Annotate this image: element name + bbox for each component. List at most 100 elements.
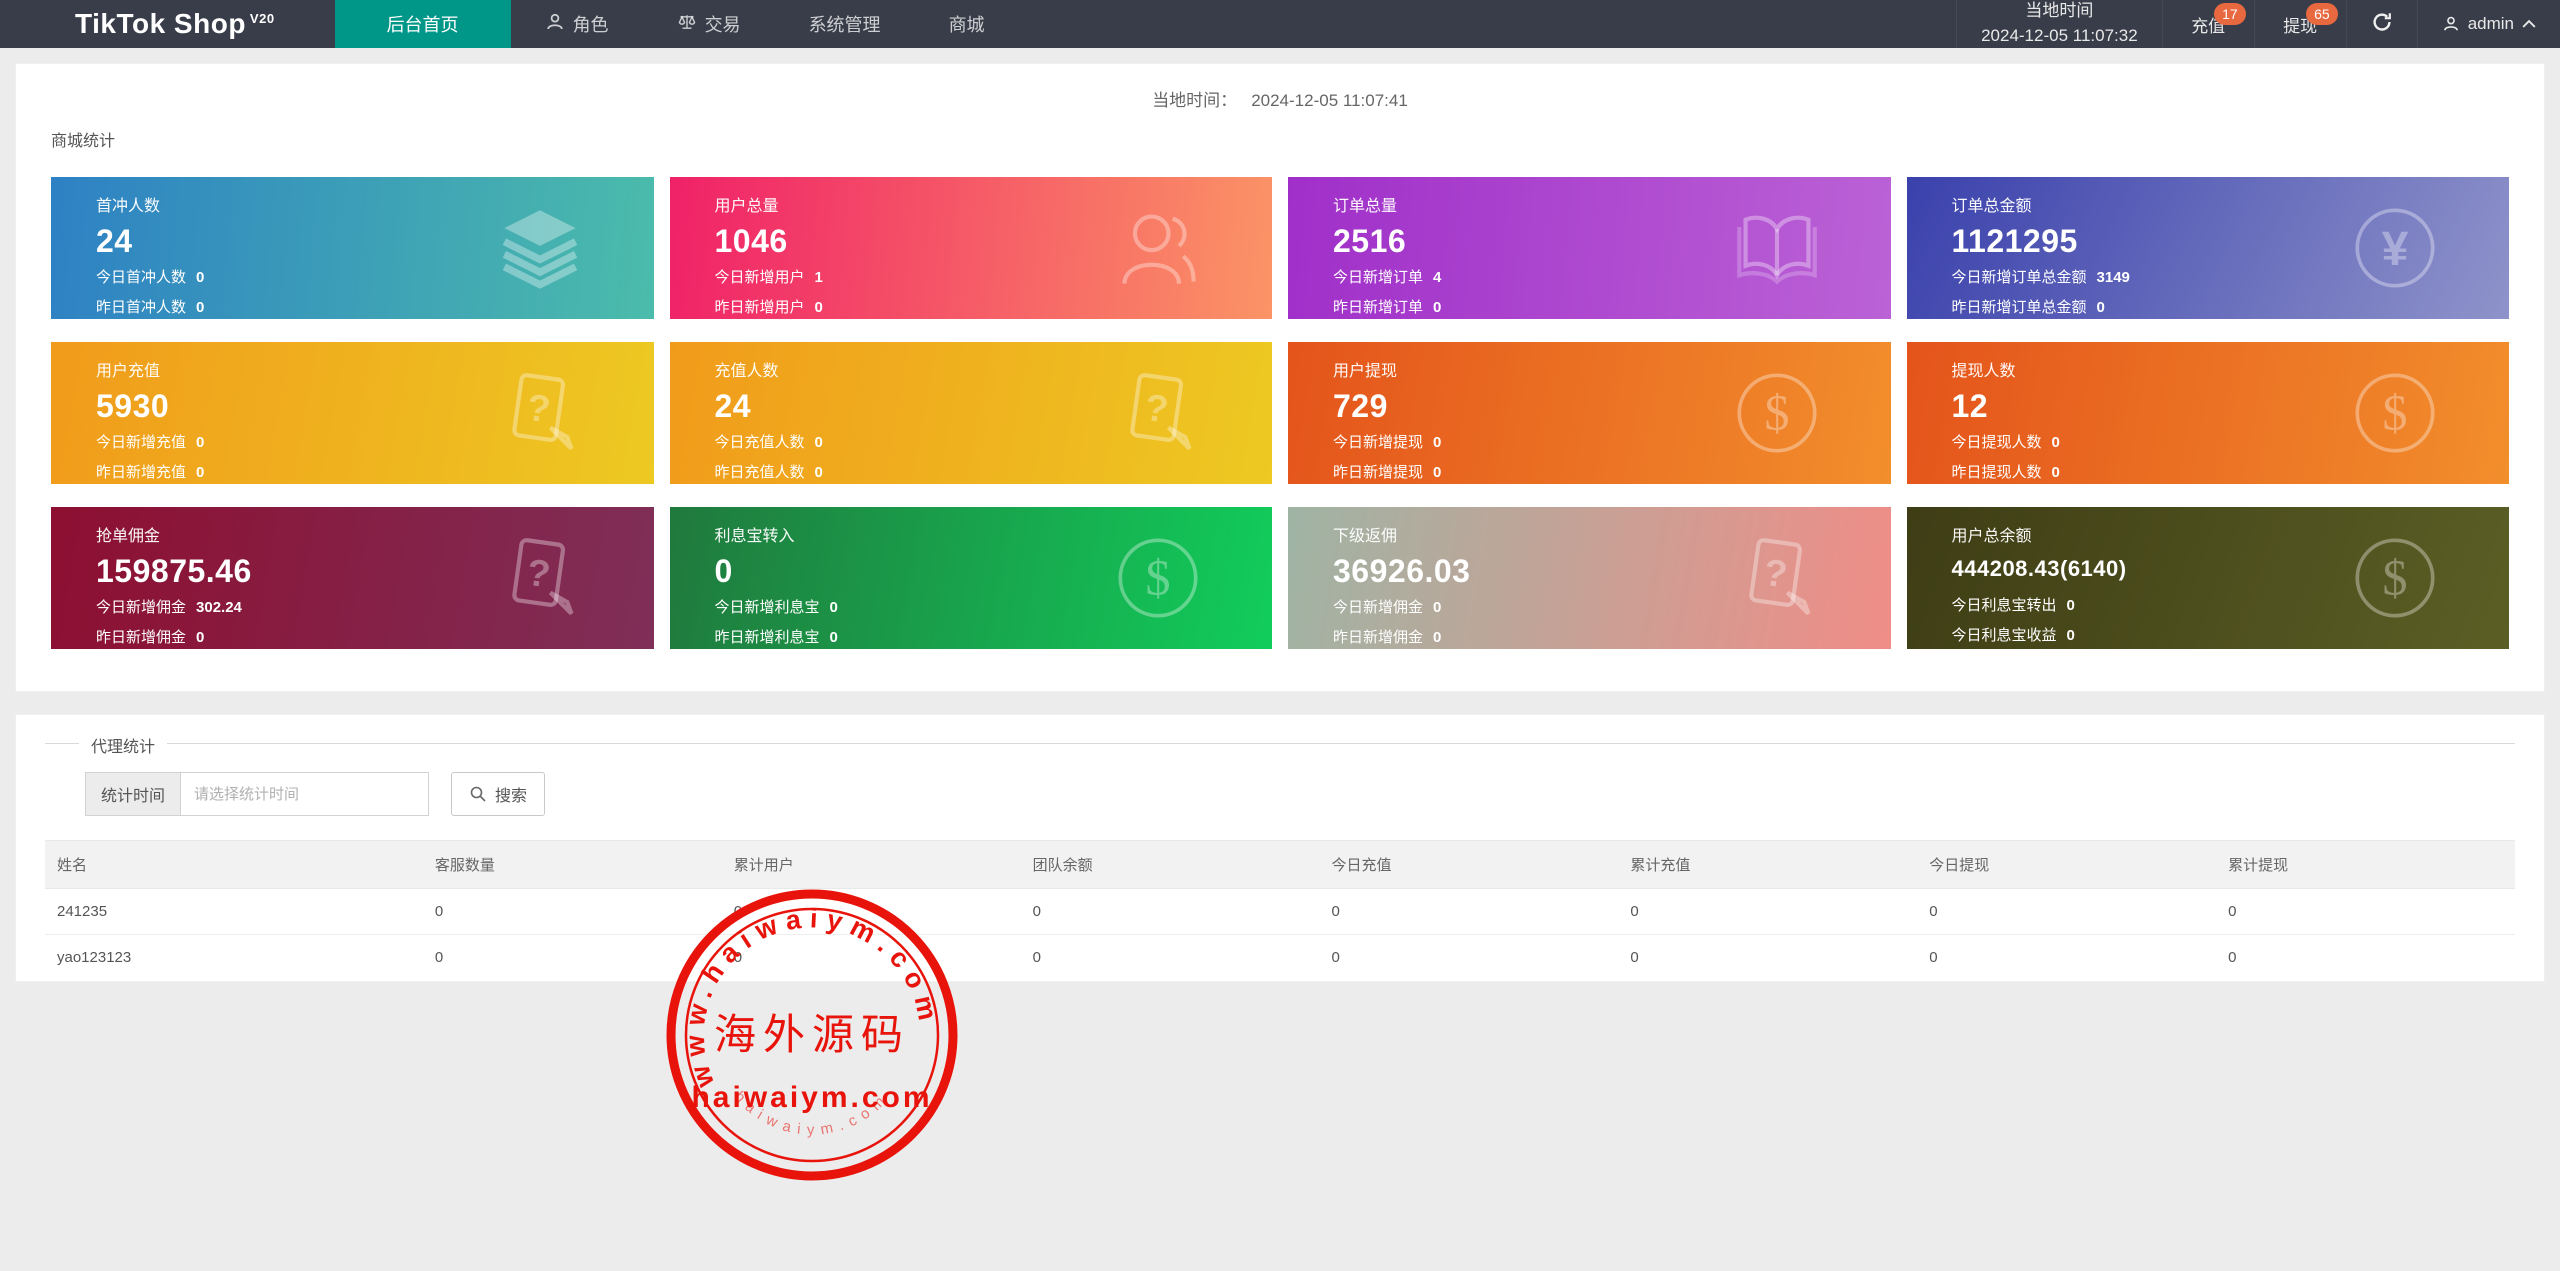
cell-value: 0 [1630,949,1639,966]
app-logo-text: TikTok Shop [75,8,246,39]
dollar-circle-icon: $ [1733,369,1821,457]
users-icon [1114,204,1202,292]
stat-time-label: 统计时间 [85,772,182,816]
withdraw-menu[interactable]: 提现 65 [2253,0,2346,48]
stat-card-line: 昨日充值人数 0 [714,464,823,481]
yen-circle-icon: ¥ [2351,204,2439,292]
page-content: 当地时间： 2024-12-05 11:07:41 商城统计 首冲人数 24 今日… [0,48,2560,997]
local-time-value: 2024-12-05 11:07:32 [1981,26,2138,45]
dollar-circle-icon: $ [2351,369,2439,457]
stat-time-input-group: 统计时间 [85,772,430,816]
book-icon [1733,204,1821,292]
col-header-total-recharge: 累计充值 [1618,840,1918,889]
stat-time-input[interactable] [181,772,430,816]
nav-item-home[interactable]: 后台首页 [334,0,511,48]
stat-card-withdraw-users: 提现人数 12 今日提现人数 0 昨日提现人数 0 $ [1906,342,2509,484]
stat-card-user-withdraw: 用户提现 729 今日新增提现 0 昨日新增提现 0 $ [1288,342,1891,484]
navbar-right: 当地时间 2024-12-05 11:07:32 充值 17 提现 65 adm… [1956,0,2560,48]
app-logo-version: V20 [249,10,275,26]
svg-text:$: $ [2382,385,2407,441]
main-menu: 后台首页 角色 交易 系统管理 商城 [334,0,1019,48]
stat-card-line: 昨日新增佣金 0 [1333,629,1442,646]
cell-value: 0 [422,888,722,935]
col-header-name: 姓名 [45,840,423,889]
cell-value: 0 [1917,888,2217,935]
main-local-time-value: 2024-12-05 11:07:41 [1251,91,1408,110]
stamp-domain-text: haiwaiym.com [691,1081,932,1114]
file-question-icon: ? [1114,369,1202,457]
svg-text:$: $ [2382,550,2407,606]
withdraw-badge: 65 [2306,3,2338,25]
nav-item-label: 后台首页 [386,15,459,35]
stat-card-downline-rebate: 下级返佣 36926.03 今日新增佣金 0 昨日新增佣金 0 ? [1288,507,1891,649]
nav-item-label: 商城 [948,15,985,35]
stat-card-first-recharge-users: 首冲人数 24 今日首冲人数 0 昨日首冲人数 0 [51,177,654,319]
user-menu[interactable]: admin [2416,0,2560,48]
col-header-team-balance: 团队余额 [1020,840,1320,889]
nav-item-label: 交易 [704,15,741,35]
scales-icon [677,12,697,37]
stat-card-user-recharge: 用户充值 5930 今日新增充值 0 昨日新增充值 0 ? [51,342,654,484]
cell-value: 0 [733,949,743,966]
stat-card-order-commission: 抢单佣金 159875.46 今日新增佣金 302.24 昨日新增佣金 0 ? [51,507,654,649]
nav-item-system[interactable]: 系统管理 [775,0,915,48]
app-logo: TikTok Shop V20 [0,0,335,48]
cell-value: 0 [2216,888,2515,935]
file-question-icon: ? [496,534,584,622]
stat-card-line: 昨日新增订单总金额 0 [1951,299,2105,316]
file-question-icon: ? [1733,534,1821,622]
stat-card-total-users: 用户总量 1046 今日新增用户 1 昨日新增用户 0 [669,177,1272,319]
user-icon [2443,16,2458,31]
svg-text:?: ? [524,551,553,596]
stat-card-line: 昨日新增利息宝 0 [714,629,838,646]
stat-card-line: 昨日新增充值 0 [96,464,205,481]
refresh-button[interactable] [2345,0,2417,48]
cell-value: 0 [2228,949,2237,966]
search-icon [470,786,486,802]
refresh-icon [2371,11,2393,38]
agent-fieldset: 代理统计 统计时间 搜索 姓名 客服数量 累计用户 团队余额 [45,733,2515,981]
search-button[interactable]: 搜索 [451,772,546,816]
col-header-service-count: 客服数量 [422,840,722,889]
dollar-circle-icon: $ [1114,534,1202,622]
nav-item-label: 系统管理 [808,15,881,35]
local-time-widget: 当地时间 2024-12-05 11:07:32 [1956,0,2162,48]
cell-value: 0 [1331,949,1340,966]
stat-card-line: 昨日提现人数 0 [1951,464,2060,481]
agent-section-title: 代理统计 [79,733,168,757]
cell-value: 0 [1020,888,1320,935]
top-navbar: TikTok Shop V20 后台首页 角色 交易 系统管理 商城 当地时间 … [0,0,2560,48]
dollar-circle-icon: $ [2351,534,2439,622]
agent-table-header-row: 姓名 客服数量 累计用户 团队余额 今日充值 累计充值 今日提现 累计提现 [45,840,2515,889]
main-local-time: 当地时间： 2024-12-05 11:07:41 [51,86,2509,111]
agent-stats-panel: 代理统计 统计时间 搜索 姓名 客服数量 累计用户 团队余额 [15,714,2545,982]
nav-item-roles[interactable]: 角色 [511,0,643,48]
nav-item-label: 角色 [572,15,609,35]
stat-card-line: 昨日新增提现 0 [1333,464,1442,481]
stat-card-user-total-balance: 用户总余额 444208.43(6140) 今日利息宝转出 0 今日利息宝收益 0 … [1906,507,2509,649]
local-time-label: 当地时间 [2025,1,2094,21]
svg-text:$: $ [1764,385,1789,441]
cell-value: 0 [1929,949,1938,966]
stat-card-total-orders: 订单总量 2516 今日新增订单 4 昨日新增订单 0 [1288,177,1891,319]
nav-item-trade[interactable]: 交易 [643,0,775,48]
cell-value: 0 [1319,888,1619,935]
nav-item-mall[interactable]: 商城 [915,0,1019,48]
col-header-today-withdraw: 今日提现 [1917,840,2217,889]
recharge-menu[interactable]: 充值 17 [2161,0,2254,48]
table-row: yao123123 0 0 0 0 0 0 0 [45,935,2515,981]
cell-value: 0 [434,949,444,966]
cell-value: 0 [1618,888,1918,935]
cell-value: 0 [1032,949,1041,966]
svg-text:?: ? [1142,386,1171,431]
svg-text:¥: ¥ [2382,222,2409,276]
stamp-center-text: 海外源码 [714,1010,910,1059]
search-button-label: 搜索 [495,788,528,805]
stat-card-line: 昨日新增佣金 0 [96,629,205,646]
stat-card-line: 昨日新增订单 0 [1333,299,1442,316]
stamp-bottom-text: haiwaiym.com [731,1088,894,1138]
col-header-today-recharge: 今日充值 [1319,840,1619,889]
main-local-time-label: 当地时间： [1152,91,1238,110]
stat-card-recharge-users: 充值人数 24 今日充值人数 0 昨日充值人数 0 ? [669,342,1272,484]
cell-name: 241235 [45,888,423,935]
